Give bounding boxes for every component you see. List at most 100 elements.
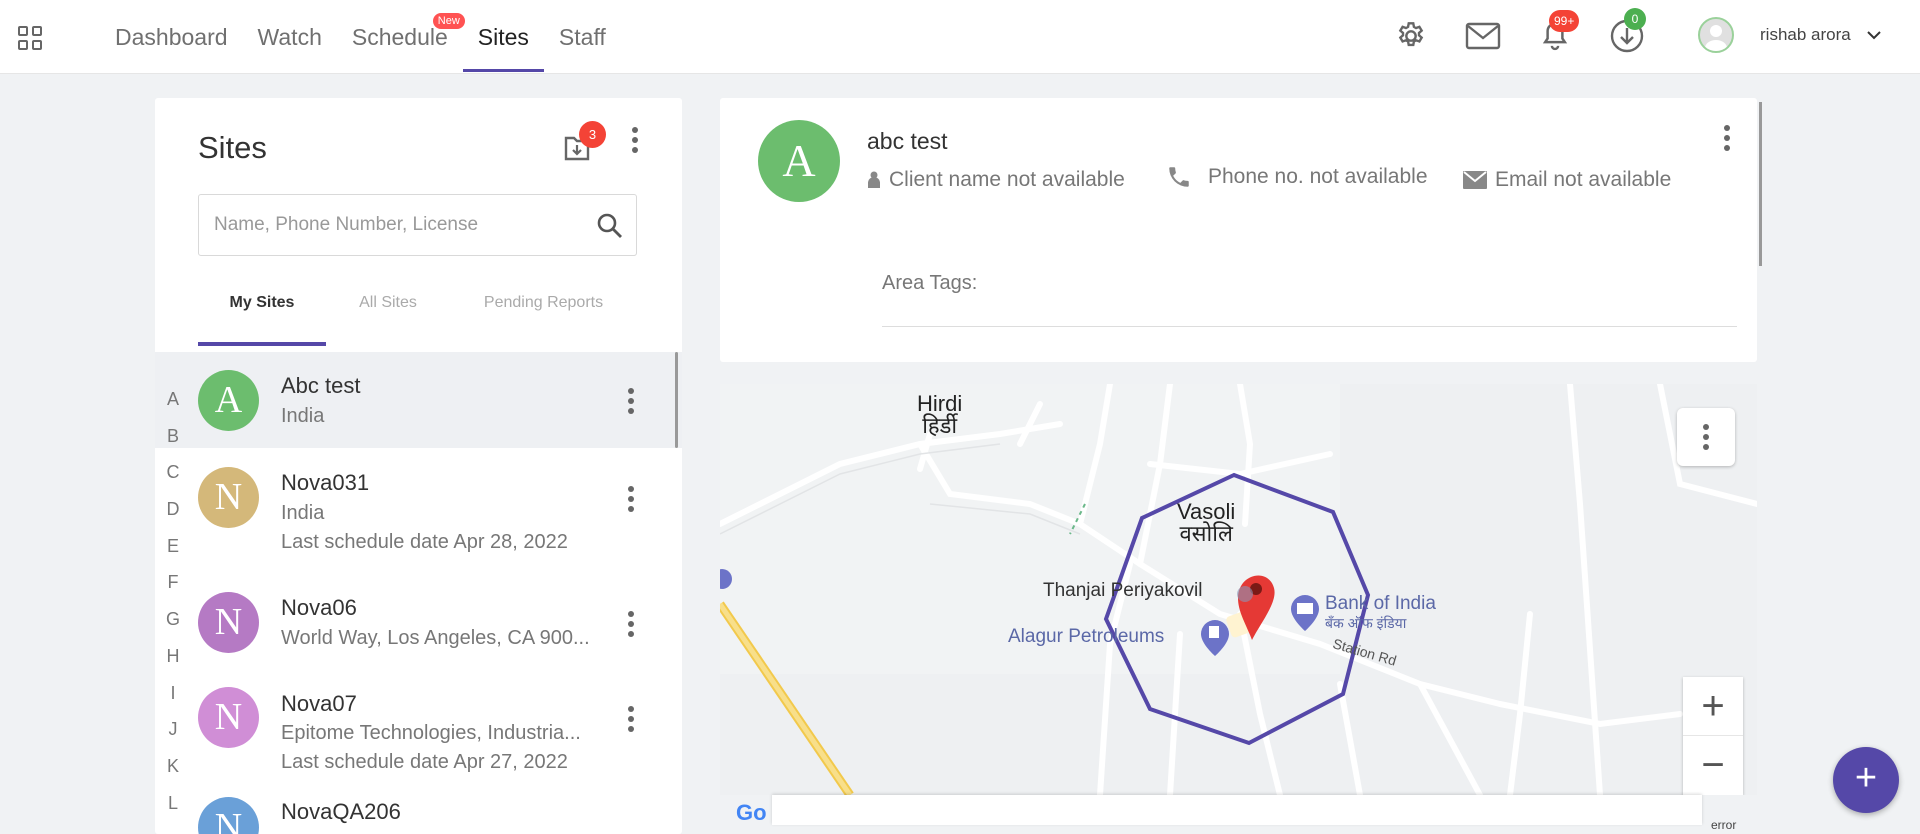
list-item[interactable]: N Nova07 Epitome Technologies, Industria…: [155, 671, 682, 793]
alpha-letter[interactable]: A: [159, 389, 187, 426]
site-location: India: [281, 405, 325, 427]
map-label-temple: Thanjai Periyakovil: [1043, 580, 1203, 601]
last-schedule-date: Last schedule date Apr 27, 2022: [281, 751, 568, 773]
site-title: abc test: [867, 128, 948, 154]
list-item[interactable]: N Nova031 India Last schedule date Apr 2…: [155, 448, 682, 576]
list-item[interactable]: A Abc test India: [155, 352, 682, 448]
avatar: N: [198, 797, 259, 834]
alpha-letter[interactable]: L: [159, 793, 187, 830]
tab-schedule-label: Schedule: [351, 24, 448, 50]
map-error-text: error: [1711, 818, 1737, 832]
alpha-letter[interactable]: E: [159, 536, 187, 573]
alpha-letter[interactable]: B: [159, 426, 187, 463]
tab-sites[interactable]: Sites: [462, 0, 545, 74]
google-logo: Go: [736, 800, 767, 826]
map-label: Hirdi: [917, 391, 963, 416]
tab-staff[interactable]: Staff: [544, 0, 621, 74]
user-name: rishab arora: [1760, 25, 1851, 44]
phone-info: Phone no. not available: [1166, 164, 1428, 190]
map-bottom-bar: [772, 795, 1702, 825]
list-item[interactable]: N Nova06 World Way, Los Angeles, CA 900.…: [155, 576, 682, 671]
map-label: हिर्डी: [922, 413, 958, 438]
client-info: Client name not available: [867, 168, 1125, 192]
map-label: वसोलि: [1179, 521, 1233, 546]
map[interactable]: Hirdi हिर्डी Vasoli वसोलि Thanjai Periyako…: [720, 384, 1757, 795]
top-bar: Dashboard Watch Schedule New Sites Staff …: [0, 0, 1920, 74]
avatar: N: [198, 592, 259, 653]
site-name: Abc test: [281, 373, 361, 398]
email-address: Email not available: [1495, 168, 1672, 191]
list-scrollbar[interactable]: [675, 352, 678, 448]
tab-watch-label: Watch: [257, 24, 322, 50]
phone-number: Phone no. not available: [1208, 165, 1428, 188]
apps-grid-icon[interactable]: [18, 26, 42, 50]
site-detail-card: A abc test Client name not available Pho…: [720, 98, 1757, 362]
tab-watch[interactable]: Watch: [243, 0, 337, 74]
alpha-letter[interactable]: G: [159, 609, 187, 646]
alpha-letter[interactable]: K: [159, 756, 187, 793]
user-menu[interactable]: rishab arora: [1698, 17, 1881, 53]
area-tags-field[interactable]: [882, 326, 1737, 327]
site-name: NovaQA206: [281, 799, 401, 824]
panel-title: Sites: [198, 130, 267, 165]
map-label: Vasoli: [1177, 499, 1236, 524]
site-location: India: [281, 502, 325, 524]
zoom-out-button[interactable]: −: [1683, 736, 1743, 795]
site-location: Epitome Technologies, Industria...: [281, 722, 581, 744]
alpha-letter[interactable]: H: [159, 646, 187, 683]
chevron-down-icon: [1867, 31, 1881, 40]
alpha-letter[interactable]: I: [159, 683, 187, 720]
map-label-vasoli: Vasoli वसोलि: [1177, 501, 1235, 545]
site-name: Nova031: [281, 470, 370, 495]
email-icon: [1463, 171, 1487, 189]
last-schedule-date: Last schedule date Apr 28, 2022: [281, 531, 568, 553]
map-label-bank-hindi: बँक ऑफ इंडिया: [1325, 615, 1407, 631]
item-menu-button[interactable]: [619, 609, 643, 639]
tab-all-sites[interactable]: All Sites: [326, 270, 450, 346]
site-location: World Way, Los Angeles, CA 900...: [281, 627, 590, 649]
avatar: N: [198, 467, 259, 528]
tab-dashboard[interactable]: Dashboard: [100, 0, 243, 74]
item-menu-button[interactable]: [619, 386, 643, 416]
alpha-letter[interactable]: J: [159, 719, 187, 756]
avatar: [1698, 17, 1734, 53]
sites-tabs: My Sites All Sites Pending Reports: [198, 270, 637, 346]
detail-menu-button[interactable]: [1715, 123, 1739, 153]
zoom-in-button[interactable]: +: [1683, 677, 1743, 736]
alpha-letter[interactable]: D: [159, 499, 187, 536]
item-menu-button[interactable]: [619, 704, 643, 734]
alphabet-index: A B C D E F G H I J K L: [159, 389, 187, 829]
sites-list: A Abc test India N Nova031 India Last sc…: [155, 352, 682, 834]
panel-menu-button[interactable]: [623, 125, 647, 155]
map-label-bank: Bank of India: [1325, 593, 1436, 614]
sites-panel: Sites 3 My Sites All Sites Pending Repor…: [155, 98, 682, 834]
settings-icon[interactable]: [1393, 18, 1429, 54]
mail-icon[interactable]: [1465, 18, 1501, 54]
client-name: Client name not available: [889, 168, 1125, 191]
item-menu-button[interactable]: [619, 484, 643, 514]
person-icon: [868, 171, 880, 188]
google-logo-text: Go: [736, 800, 767, 825]
notifications-badge: 99+: [1549, 10, 1580, 32]
tab-staff-label: Staff: [558, 24, 606, 50]
tab-my-sites-label: My Sites: [229, 294, 295, 311]
map-label-hirdi: Hirdi हिर्डी: [917, 393, 962, 437]
site-name: Nova06: [281, 595, 357, 620]
tab-schedule[interactable]: Schedule New: [337, 0, 465, 74]
alpha-letter[interactable]: C: [159, 462, 187, 499]
map-roads: [720, 384, 1757, 795]
tab-my-sites[interactable]: My Sites: [198, 270, 326, 346]
email-info: Email not available: [1463, 168, 1671, 192]
alpha-letter[interactable]: F: [159, 572, 187, 609]
download-count-badge: 3: [579, 121, 606, 148]
area-tags-label: Area Tags:: [882, 272, 978, 294]
list-item[interactable]: N NovaQA206: [155, 793, 682, 834]
map-menu-button[interactable]: [1677, 408, 1735, 466]
add-site-button[interactable]: +: [1833, 747, 1899, 813]
tab-pending-reports[interactable]: Pending Reports: [450, 270, 637, 346]
search-icon[interactable]: [596, 212, 624, 240]
map-label-petrol: Alagur Petroleums: [1008, 626, 1165, 647]
tab-all-sites-label: All Sites: [359, 294, 417, 311]
search-input[interactable]: [198, 194, 637, 256]
detail-scrollbar[interactable]: [1759, 102, 1762, 266]
